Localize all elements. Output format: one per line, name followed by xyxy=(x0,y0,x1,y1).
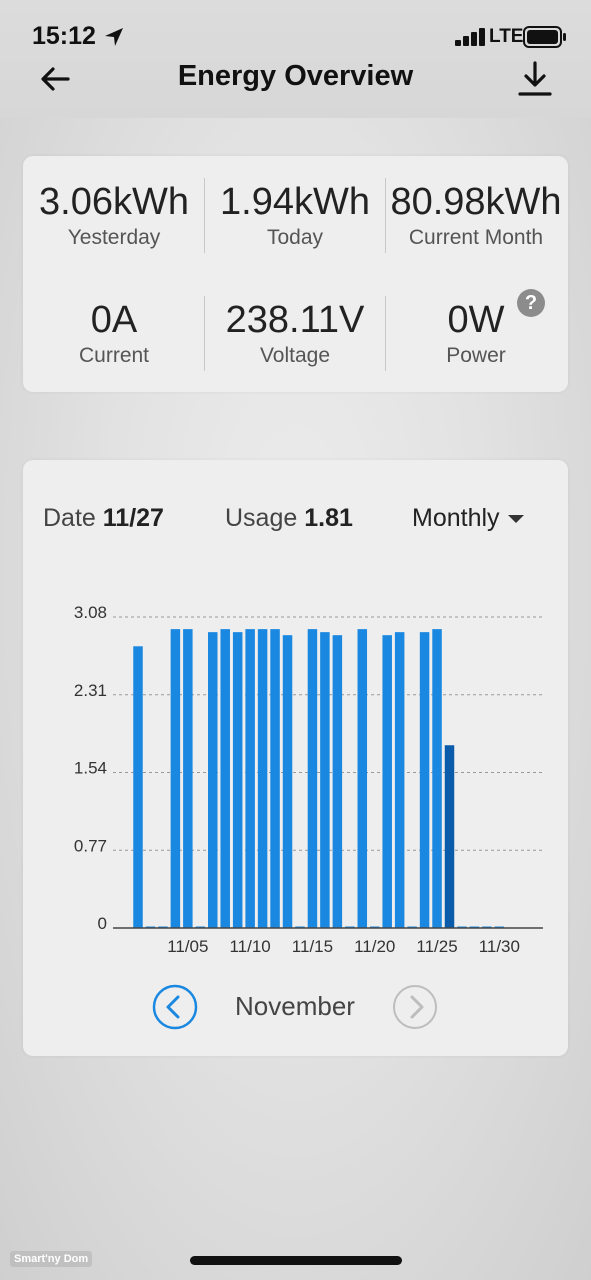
bar xyxy=(282,635,293,928)
watermark: Smart'ny Dom xyxy=(10,1251,93,1267)
bar xyxy=(444,745,455,928)
usage-chart-card: Date 11/27 Usage 1.81 Monthly 0 0.77 1.54 2… xyxy=(23,460,568,1056)
y-tick-label: 2.31 xyxy=(74,681,107,700)
stat-value: 3.06kWh xyxy=(39,181,189,223)
y-tick-label: 0 xyxy=(98,914,107,933)
x-tick-label: 11/25 xyxy=(416,937,457,956)
y-tick-label: 0.77 xyxy=(74,836,107,855)
bar xyxy=(382,635,392,928)
stat-label: Power xyxy=(446,344,506,367)
previous-month-button[interactable] xyxy=(152,984,198,1030)
y-tick-label: 1.54 xyxy=(74,759,107,778)
cellular-signal-icon xyxy=(455,28,485,46)
divider xyxy=(204,296,205,371)
bar xyxy=(257,629,268,928)
stat-label: Current xyxy=(78,344,150,367)
x-tick-label: 11/30 xyxy=(479,937,520,956)
stat-current: 0A Current xyxy=(24,299,204,369)
stat-label: Today xyxy=(266,226,324,249)
location-arrow-icon xyxy=(105,28,123,46)
stat-value: 80.98kWh xyxy=(390,181,562,223)
divider xyxy=(385,178,386,253)
divider xyxy=(204,178,205,253)
bar xyxy=(320,632,330,928)
stat-value: 0A xyxy=(90,299,138,341)
help-icon[interactable]: ? xyxy=(517,289,545,317)
bar xyxy=(183,629,193,928)
bar xyxy=(419,632,430,928)
status-time: 15:12 xyxy=(32,22,96,50)
bar xyxy=(394,632,405,928)
y-tick-label: 3.08 xyxy=(74,603,107,622)
month-label: November xyxy=(235,991,355,1021)
bar xyxy=(332,635,343,928)
download-icon[interactable] xyxy=(516,60,554,98)
bar xyxy=(432,629,442,928)
page-title: Energy Overview xyxy=(177,60,414,92)
x-tick-label: 11/20 xyxy=(354,937,395,956)
stat-value: 1.94kWh xyxy=(220,181,370,223)
stat-label: Current Month xyxy=(408,226,544,249)
bar xyxy=(270,629,280,928)
bar xyxy=(307,629,318,928)
bar xyxy=(208,632,218,928)
stat-value: 238.11V xyxy=(225,299,365,341)
network-type: LTE xyxy=(489,26,524,47)
battery-icon xyxy=(523,26,566,48)
stat-voltage: 238.11V Voltage xyxy=(205,299,385,369)
next-month-button[interactable] xyxy=(392,984,438,1030)
stat-label: Voltage xyxy=(259,344,331,367)
bar xyxy=(220,629,230,928)
energy-stats-card: 3.06kWh Yesterday 1.94kWh Today 80.98kWh… xyxy=(23,156,568,392)
usage-bar-chart[interactable]: 0 0.77 1.54 2.31 3.08 11/05 11/10 11/15 11/20 11/… xyxy=(23,460,568,970)
x-tick-label: 11/15 xyxy=(292,937,333,956)
bar xyxy=(170,629,181,928)
x-tick-label: 11/05 xyxy=(167,937,208,956)
stat-today: 1.94kWh Today xyxy=(205,181,385,251)
home-indicator xyxy=(190,1256,402,1265)
x-tick-label: 11/10 xyxy=(229,937,270,956)
divider xyxy=(385,296,386,371)
bar xyxy=(357,629,368,928)
stat-label: Yesterday xyxy=(67,226,161,249)
stat-current-month: 80.98kWh Current Month xyxy=(386,181,566,251)
bar xyxy=(245,629,255,928)
top-bar: 15:12 LTE Energy Overview xyxy=(0,0,591,118)
bar xyxy=(133,646,143,928)
stat-yesterday: 3.06kWh Yesterday xyxy=(24,181,204,251)
bar xyxy=(232,632,243,928)
